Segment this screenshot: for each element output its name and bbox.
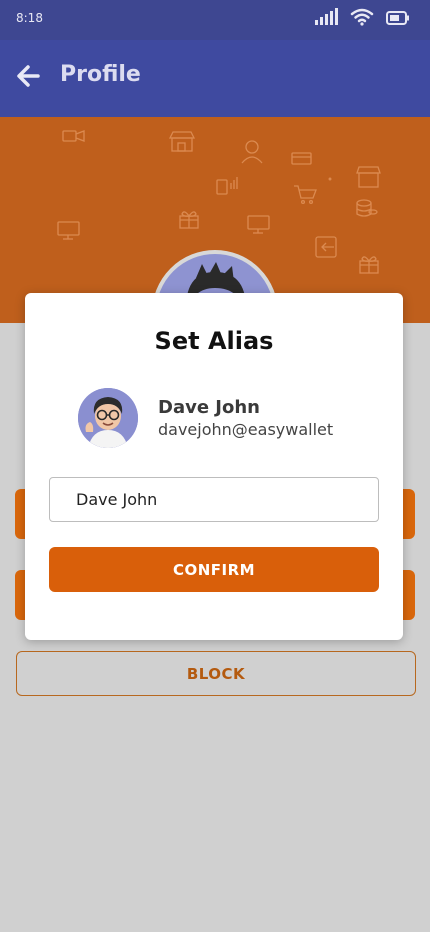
wifi-icon: [350, 8, 374, 30]
confirm-button[interactable]: CONFIRM: [49, 547, 379, 592]
block-button[interactable]: BLOCK: [16, 651, 416, 696]
status-icons: [314, 8, 410, 30]
contact-name: Dave John: [158, 397, 260, 418]
alias-input[interactable]: [49, 477, 379, 522]
contact-email: davejohn@easywallet: [158, 420, 334, 439]
page-title: Profile: [60, 62, 141, 87]
set-alias-dialog: Set Alias Dave John davejohn@easywallet …: [25, 293, 403, 640]
status-bar: 8:18: [0, 0, 430, 40]
status-time: 8:18: [16, 11, 43, 25]
dialog-title: Set Alias: [154, 327, 274, 355]
back-arrow-icon: [15, 63, 41, 93]
app-bar: Profile: [0, 40, 430, 117]
back-button[interactable]: [12, 62, 44, 94]
contact-avatar: [78, 388, 138, 448]
battery-icon: [386, 10, 410, 29]
cellular-signal-icon: [314, 8, 338, 30]
